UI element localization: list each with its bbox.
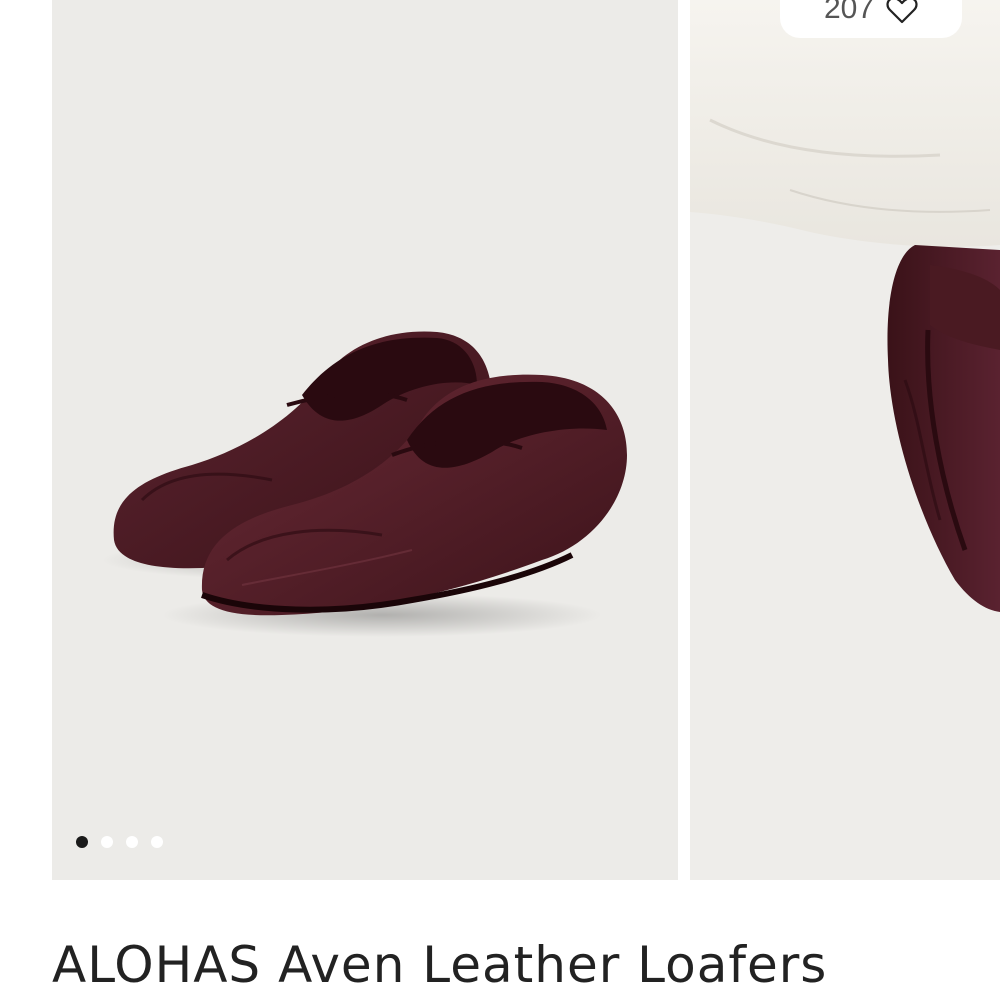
like-button[interactable]: 207 — [780, 0, 962, 38]
like-count: 207 — [823, 0, 875, 25]
loafers-pair-image — [102, 331, 627, 637]
product-image-gallery[interactable]: 207 — [0, 0, 1000, 880]
pagination-dot[interactable] — [126, 836, 138, 848]
pagination-dot-active[interactable] — [76, 836, 88, 848]
product-title: ALOHAS Aven Leather Loafers — [52, 936, 828, 994]
pagination-dot[interactable] — [101, 836, 113, 848]
gallery-slide-main[interactable] — [52, 0, 678, 880]
gallery-pagination[interactable] — [76, 836, 163, 848]
loafer-worn-detail-image — [690, 0, 1000, 612]
gallery-slide-detail[interactable] — [690, 0, 1000, 880]
pagination-dot[interactable] — [151, 836, 163, 848]
heart-icon — [886, 0, 918, 24]
